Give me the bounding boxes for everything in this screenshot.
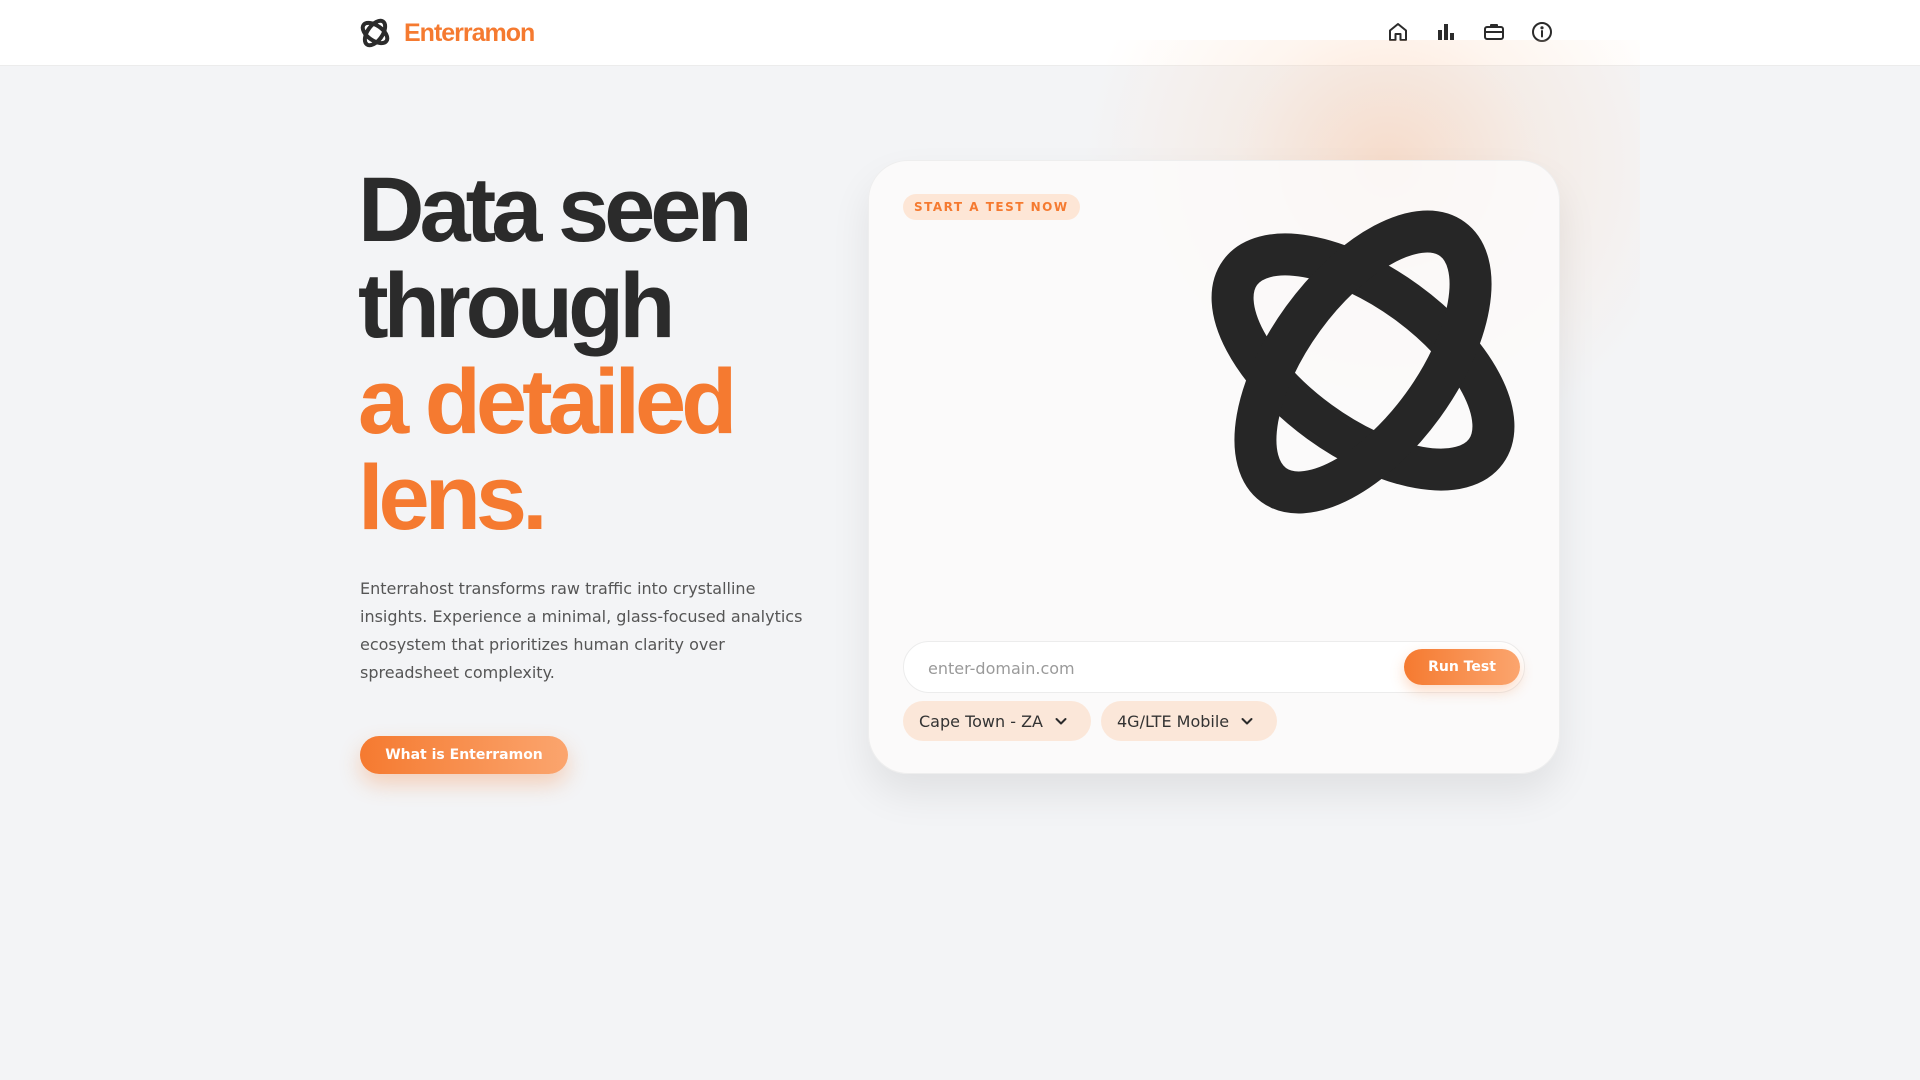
briefcase-icon [1484, 24, 1504, 40]
nav-home-button[interactable] [1384, 17, 1412, 47]
enterramon-logo-art-icon [1211, 210, 1515, 514]
brand-logo[interactable]: Enterramon [358, 16, 535, 50]
network-select[interactable]: 4G/LTE Mobile [1101, 701, 1277, 741]
chevron-down-icon [1055, 718, 1067, 725]
network-select-value: 4G/LTE Mobile [1117, 711, 1230, 731]
top-nav [1384, 17, 1556, 47]
hero-title-line-2: through [358, 255, 675, 357]
nav-about-button[interactable] [1528, 17, 1556, 47]
location-select[interactable]: Cape Town - ZA [903, 701, 1091, 741]
hero-title-line-1: Data seen [358, 159, 753, 261]
info-icon [1532, 22, 1552, 42]
hero-title-line-3: a detailed [358, 351, 737, 453]
brand-name: Enterramon [404, 18, 535, 47]
nav-stats-button[interactable] [1432, 17, 1460, 47]
what-is-enterramon-button[interactable]: What is Enterramon [360, 736, 568, 774]
test-card: START A TEST NOW Run Test Cape Town - ZA… [868, 160, 1560, 774]
hero-title: Data seen through a detailed lens. [358, 162, 838, 546]
domain-input[interactable] [928, 654, 1388, 682]
bar-chart-icon [1438, 24, 1454, 40]
enterramon-logo-icon [360, 18, 390, 48]
chevron-down-icon [1241, 718, 1253, 725]
location-select-value: Cape Town - ZA [919, 711, 1043, 731]
top-header: Enterramon [0, 0, 1920, 66]
hero-description: Enterrahost transforms raw traffic into … [360, 579, 803, 682]
nav-services-button[interactable] [1480, 17, 1508, 47]
home-icon [1389, 23, 1407, 41]
run-test-button[interactable]: Run Test [1404, 649, 1520, 685]
hero-title-line-4: lens. [358, 447, 548, 549]
domain-search-box: Run Test [903, 641, 1525, 693]
start-test-badge: START A TEST NOW [903, 194, 1080, 220]
